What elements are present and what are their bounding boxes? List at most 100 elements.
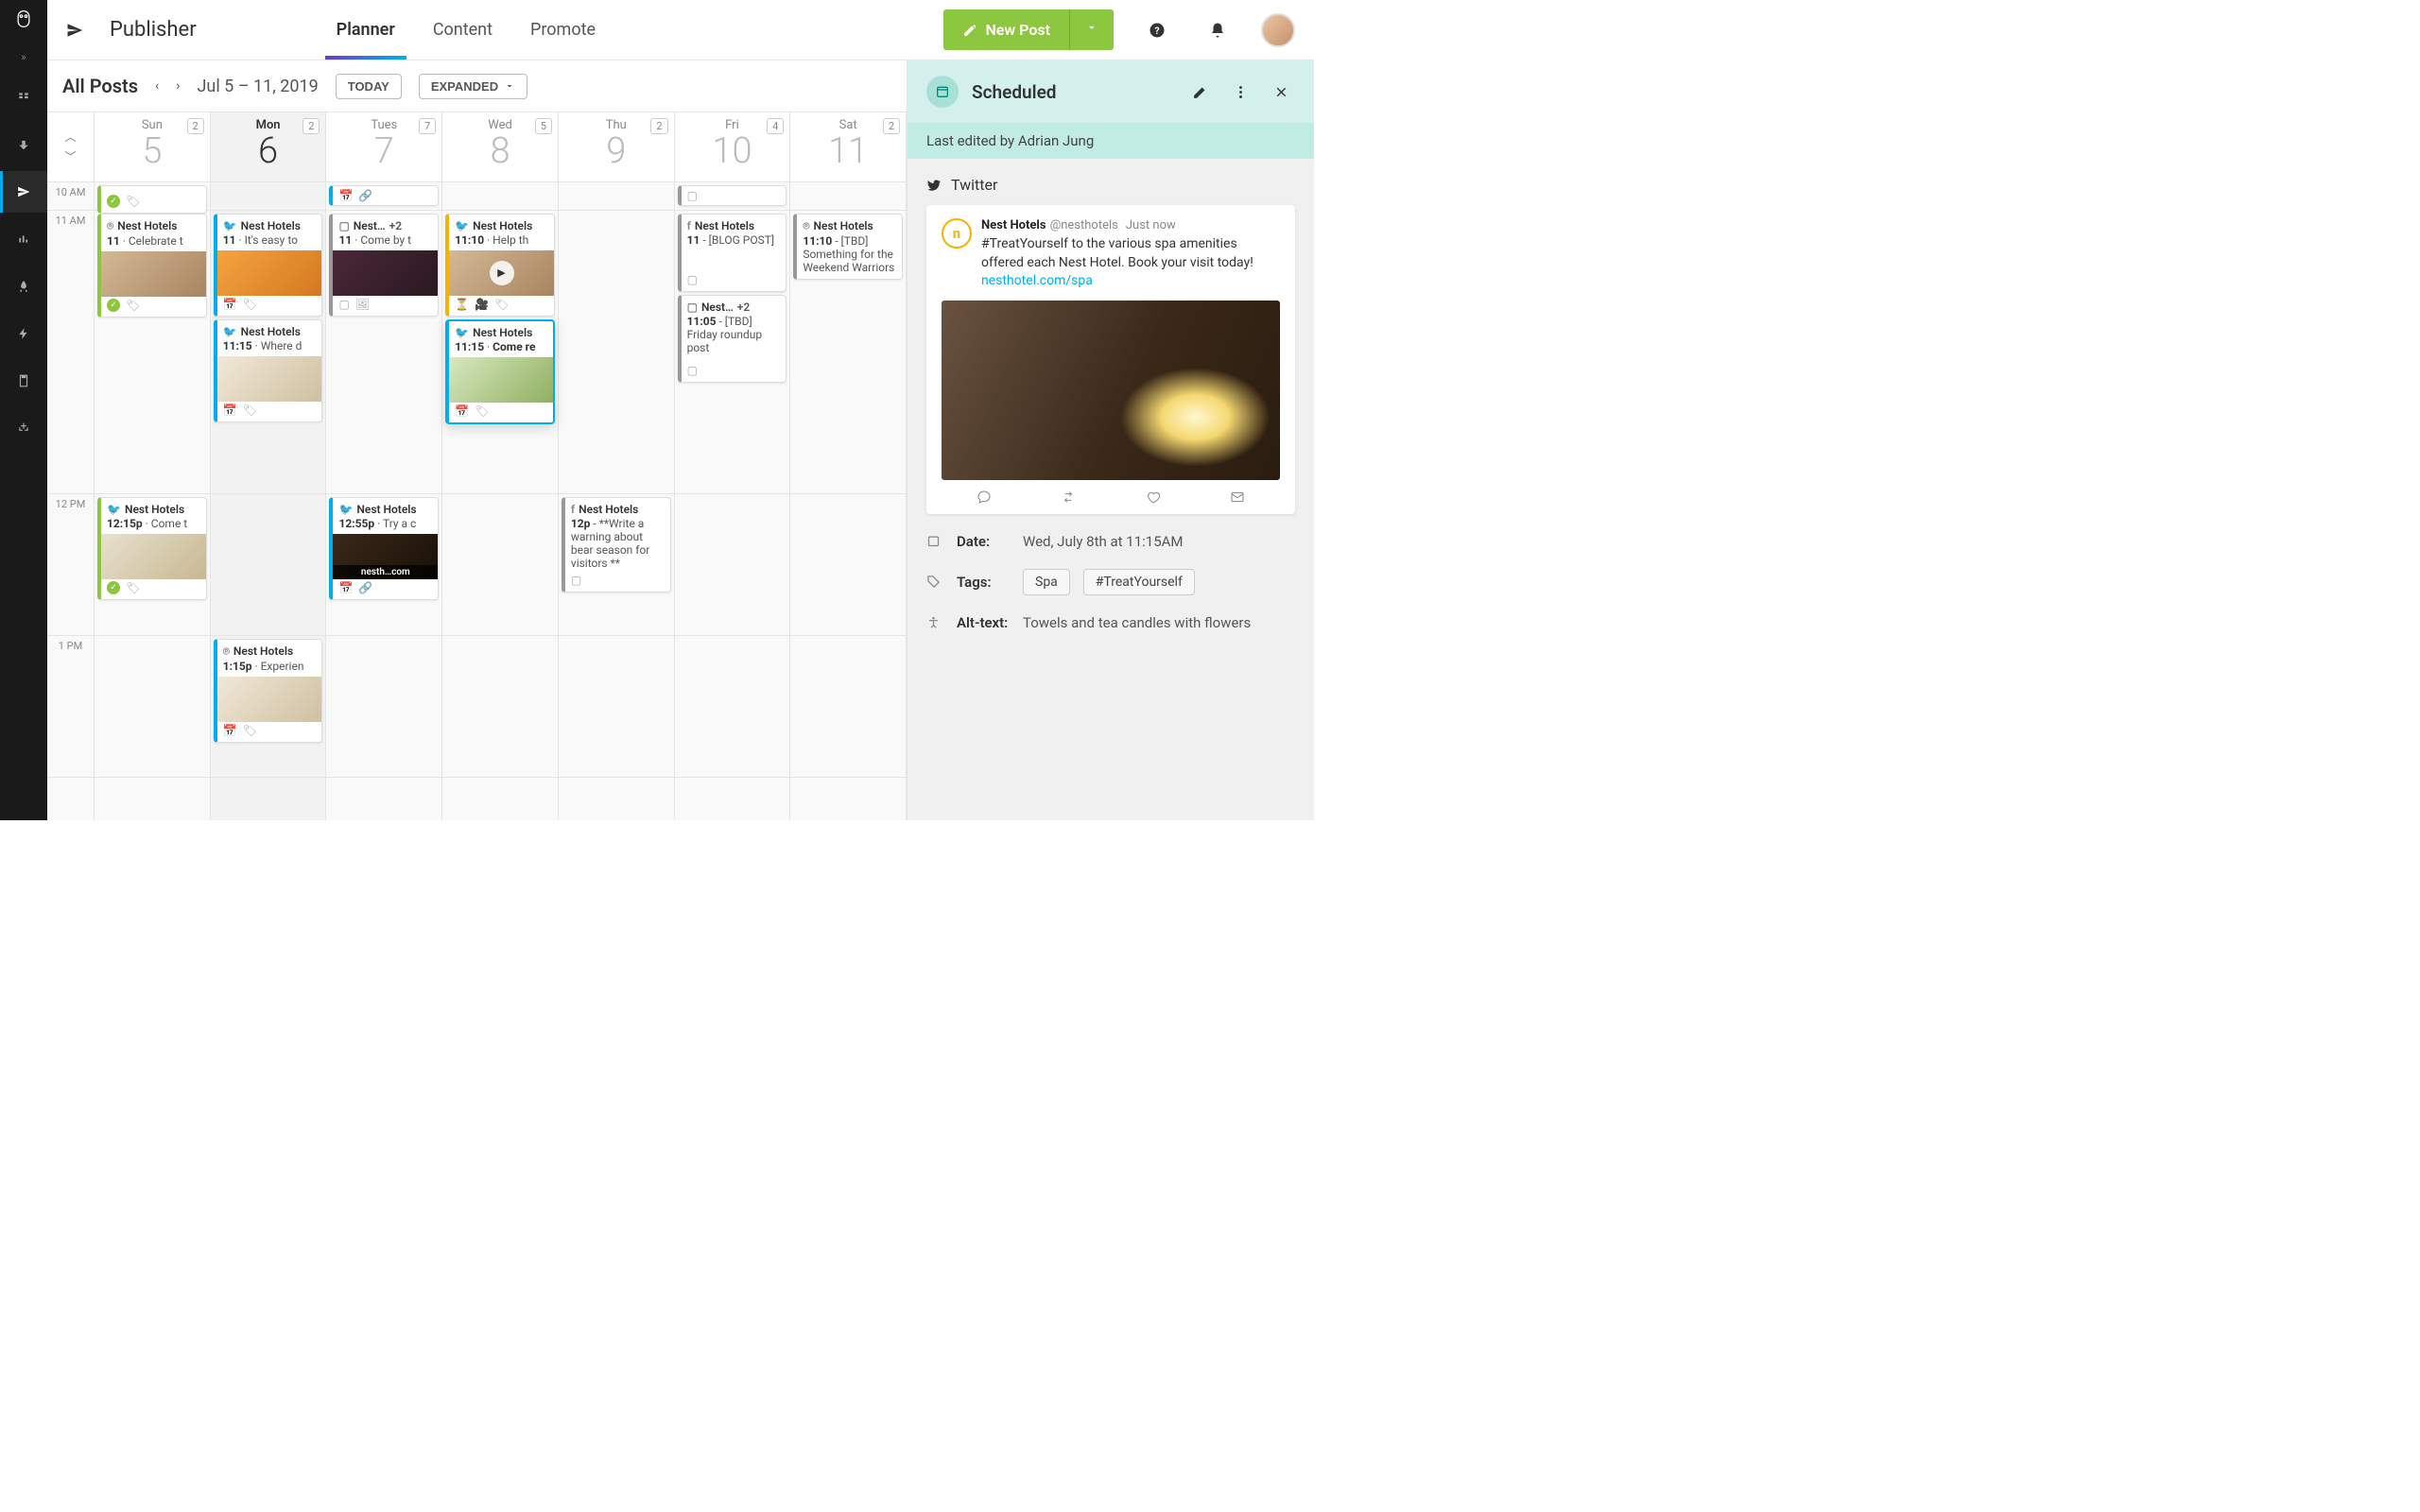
post-card[interactable]: 📅🔗: [329, 185, 439, 206]
tab-promote[interactable]: Promote: [530, 0, 596, 60]
day-sat: Sat112: [790, 112, 907, 181]
nav-analytics[interactable]: [0, 218, 47, 260]
check-icon: ✓: [107, 581, 120, 594]
retweet-icon[interactable]: [1061, 490, 1076, 505]
post-card[interactable]: ▢Nest… +2 11 · Come by t ▢🖼: [329, 214, 439, 317]
twitter-icon: [926, 178, 942, 193]
link-icon: 🔗: [358, 189, 372, 202]
post-card[interactable]: fNest Hotels 11 - [BLOG POST] ▢: [678, 214, 787, 292]
owl-logo-icon: [14, 9, 33, 28]
today-button[interactable]: TODAY: [336, 74, 402, 99]
post-card[interactable]: 🐦Nest Hotels 11 · It's easy to 📅🏷: [214, 214, 323, 317]
last-edited: Last edited by Adrian Jung: [908, 123, 1314, 159]
detail-panel: Scheduled Last edited by Adrian Jung Twi…: [908, 60, 1314, 820]
post-card[interactable]: fNest Hotels 12p - **Write a warning abo…: [562, 497, 671, 593]
post-card[interactable]: 🐦Nest Hotels 12:15p · Come t ✓🏷: [97, 497, 207, 600]
user-avatar[interactable]: [1261, 13, 1295, 47]
post-card-selected[interactable]: 🐦Nest Hotels 11:15 · Come re 📅🏷: [445, 319, 555, 424]
tag-icon: [926, 575, 943, 589]
video-icon: 🎥: [475, 298, 489, 311]
left-nav: »: [0, 0, 47, 820]
nav-bolt[interactable]: [0, 313, 47, 354]
top-bar: Publisher Planner Content Promote New Po…: [47, 0, 1314, 60]
day-fri: Fri104: [675, 112, 791, 181]
post-card[interactable]: ✓🏷: [97, 185, 207, 214]
filter-all-posts[interactable]: All Posts: [62, 75, 138, 97]
calendar-icon: 📅: [455, 404, 469, 418]
nav-inbox[interactable]: [0, 124, 47, 165]
draft-icon: ▢: [571, 574, 581, 587]
post-card[interactable]: ▢Nest… +2 11:05 - [TBD] Friday roundup p…: [678, 295, 787, 383]
more-icon[interactable]: [1227, 84, 1254, 100]
calendar-icon: 📅: [223, 298, 237, 311]
help-icon[interactable]: ?: [1140, 13, 1174, 47]
new-post-dropdown[interactable]: [1069, 9, 1114, 50]
nav-streams[interactable]: [0, 77, 47, 118]
nav-publisher[interactable]: [0, 171, 47, 213]
link-icon: 🔗: [358, 581, 372, 594]
day-mon: Mon62: [211, 112, 327, 181]
instagram-icon: ⌾: [223, 644, 230, 659]
svg-text:?: ?: [1154, 24, 1159, 36]
draft-icon: ▢: [687, 189, 698, 202]
scheduled-icon: [926, 76, 959, 108]
new-post-button[interactable]: New Post: [943, 9, 1069, 50]
time-1pm: 1 PM: [47, 636, 94, 778]
post-card[interactable]: 🐦Nest Hotels 12:55p · Try a c nesth…com …: [329, 497, 439, 600]
calendar-icon: 📅: [223, 404, 237, 417]
notifications-icon[interactable]: [1201, 13, 1235, 47]
day-thu: Thu92: [559, 112, 675, 181]
day-wed: Wed85: [442, 112, 559, 181]
tag-icon: 🏷: [243, 404, 257, 417]
draft-icon: ▢: [338, 219, 349, 232]
instagram-icon: ⌾: [803, 219, 809, 233]
tab-planner[interactable]: Planner: [337, 0, 395, 60]
draft-icon: ▢: [687, 364, 698, 377]
reply-icon[interactable]: [977, 490, 992, 505]
check-icon: ✓: [107, 299, 120, 312]
time-11am: 11 AM: [47, 211, 94, 494]
message-icon[interactable]: [1230, 490, 1245, 505]
calendar-icon: 📅: [338, 189, 353, 202]
tag-icon: 🏷: [126, 581, 140, 594]
twitter-icon: 🐦: [338, 503, 353, 516]
next-week-icon[interactable]: ›: [176, 78, 180, 94]
tag-icon: 🏷: [243, 724, 257, 737]
post-card[interactable]: 🐦Nest Hotels 11:10 · Help th ▶ ⏳🎥🏷: [445, 214, 555, 317]
twitter-icon: 🐦: [223, 325, 237, 338]
nav-rocket[interactable]: [0, 266, 47, 307]
date-range: Jul 5 – 11, 2019: [197, 77, 318, 96]
tweet-preview: n Nest Hotels@nesthotelsJust now #TreatY…: [926, 205, 1295, 514]
tweet-image: [942, 301, 1280, 480]
post-card[interactable]: ⌾Nest Hotels 1:15p · Experien 📅🏷: [214, 639, 323, 743]
post-card[interactable]: ⌾Nest Hotels 11 · Celebrate t ✓🏷: [97, 214, 207, 318]
twitter-icon: 🐦: [107, 503, 121, 516]
tab-content[interactable]: Content: [433, 0, 493, 60]
play-icon: ▶: [490, 261, 514, 285]
like-icon[interactable]: [1146, 490, 1161, 505]
draft-icon: ▢: [338, 298, 349, 311]
tag-icon: 🏷: [243, 298, 257, 311]
post-card[interactable]: ▢: [678, 185, 787, 206]
twitter-icon: 🐦: [223, 219, 237, 232]
nav-assignments[interactable]: [0, 360, 47, 402]
calendar: All Posts ‹ › Jul 5 – 11, 2019 TODAY EXPA…: [47, 60, 908, 820]
calendar-icon: 📅: [223, 724, 237, 737]
panel-title: Scheduled: [972, 81, 1173, 103]
nav-apps[interactable]: [0, 407, 47, 449]
prev-week-icon[interactable]: ‹: [155, 78, 159, 94]
close-icon[interactable]: [1268, 84, 1295, 100]
page-title: Publisher: [110, 18, 197, 42]
expand-sidebar-icon[interactable]: »: [21, 51, 26, 63]
edit-icon[interactable]: [1186, 84, 1214, 100]
new-post-button-group: New Post: [943, 9, 1114, 50]
scroll-down-icon[interactable]: ﹀: [64, 148, 76, 164]
scroll-up-icon[interactable]: ︿: [64, 129, 76, 145]
twitter-icon: 🐦: [455, 326, 469, 339]
post-card[interactable]: 🐦Nest Hotels 11:15 · Where d 📅🏷: [214, 319, 323, 422]
calendar-toolbar: All Posts ‹ › Jul 5 – 11, 2019 TODAY EXPA…: [47, 60, 907, 112]
tag-icon: 🏷: [126, 195, 140, 208]
post-card[interactable]: ⌾Nest Hotels 11:10 - [TBD] Something for…: [793, 214, 903, 280]
image-icon: 🖼: [355, 298, 370, 311]
view-expanded-dropdown[interactable]: EXPANDED: [419, 74, 527, 99]
